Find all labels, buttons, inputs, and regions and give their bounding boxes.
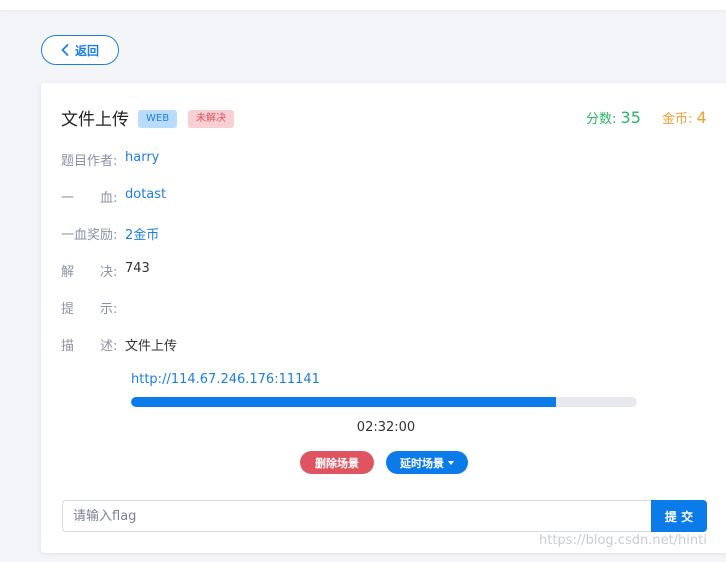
top-bar bbox=[0, 0, 726, 10]
watermark: https://blog.csdn.net/hinti bbox=[539, 533, 707, 548]
back-button[interactable]: 返回 bbox=[41, 35, 119, 65]
back-button-label: 返回 bbox=[74, 43, 99, 58]
detail-label: 提 示: bbox=[61, 302, 118, 317]
score-value: 35 bbox=[620, 108, 641, 127]
time-progress-bar bbox=[131, 397, 637, 407]
detail-label: 解 决: bbox=[61, 265, 118, 280]
coins-label: 金币: bbox=[662, 112, 693, 127]
flag-input[interactable] bbox=[62, 500, 652, 532]
delete-scene-button[interactable]: 删除场景 bbox=[300, 451, 374, 474]
caret-down-icon bbox=[448, 460, 454, 465]
extend-scene-button[interactable]: 延时场景 bbox=[386, 451, 468, 474]
coins: 金币: 4 bbox=[662, 108, 707, 127]
remaining-timer: 02:32:00 bbox=[356, 420, 416, 435]
score: 分数: 35 bbox=[586, 108, 641, 127]
extend-scene-label: 延时场景 bbox=[400, 456, 444, 470]
challenge-card: 文件上传 WEB 未解决 分数: 35 金币: 4 题目作者: harry 一 … bbox=[41, 83, 726, 553]
solved-count: 743 bbox=[125, 261, 150, 276]
detail-label: 题目作者: bbox=[61, 154, 118, 169]
challenge-title: 文件上传 bbox=[61, 110, 129, 130]
detail-row-solved: 解 决: 743 bbox=[61, 261, 150, 280]
description-value: 文件上传 bbox=[125, 339, 178, 354]
detail-label: 一 血: bbox=[61, 191, 118, 206]
score-label: 分数: bbox=[586, 112, 617, 127]
detail-row-first-blood: 一 血: dotast bbox=[61, 187, 166, 206]
category-badge: WEB bbox=[138, 110, 178, 128]
submit-flag-button[interactable]: 提 交 bbox=[651, 500, 707, 532]
detail-row-first-blood-reward: 一血奖励: 2金币 bbox=[61, 224, 159, 243]
detail-row-hint: 提 示: bbox=[61, 298, 125, 317]
detail-row-author: 题目作者: harry bbox=[61, 150, 159, 169]
time-progress-fill bbox=[131, 397, 557, 407]
first-blood-link[interactable]: dotast bbox=[125, 187, 166, 206]
detail-row-description: 描 述: 文件上传 bbox=[61, 335, 177, 354]
first-blood-reward: 2金币 bbox=[125, 228, 160, 243]
status-badge: 未解决 bbox=[188, 110, 234, 128]
author-link[interactable]: harry bbox=[125, 150, 159, 169]
submit-label: 提 交 bbox=[664, 509, 694, 524]
detail-label: 一血奖励: bbox=[61, 228, 118, 243]
delete-scene-label: 删除场景 bbox=[315, 456, 359, 470]
detail-label: 描 述: bbox=[61, 339, 118, 354]
environment-url-link[interactable]: http://114.67.246.176:11141 bbox=[131, 372, 320, 387]
chevron-left-icon bbox=[61, 44, 69, 56]
coins-value: 4 bbox=[696, 108, 707, 127]
